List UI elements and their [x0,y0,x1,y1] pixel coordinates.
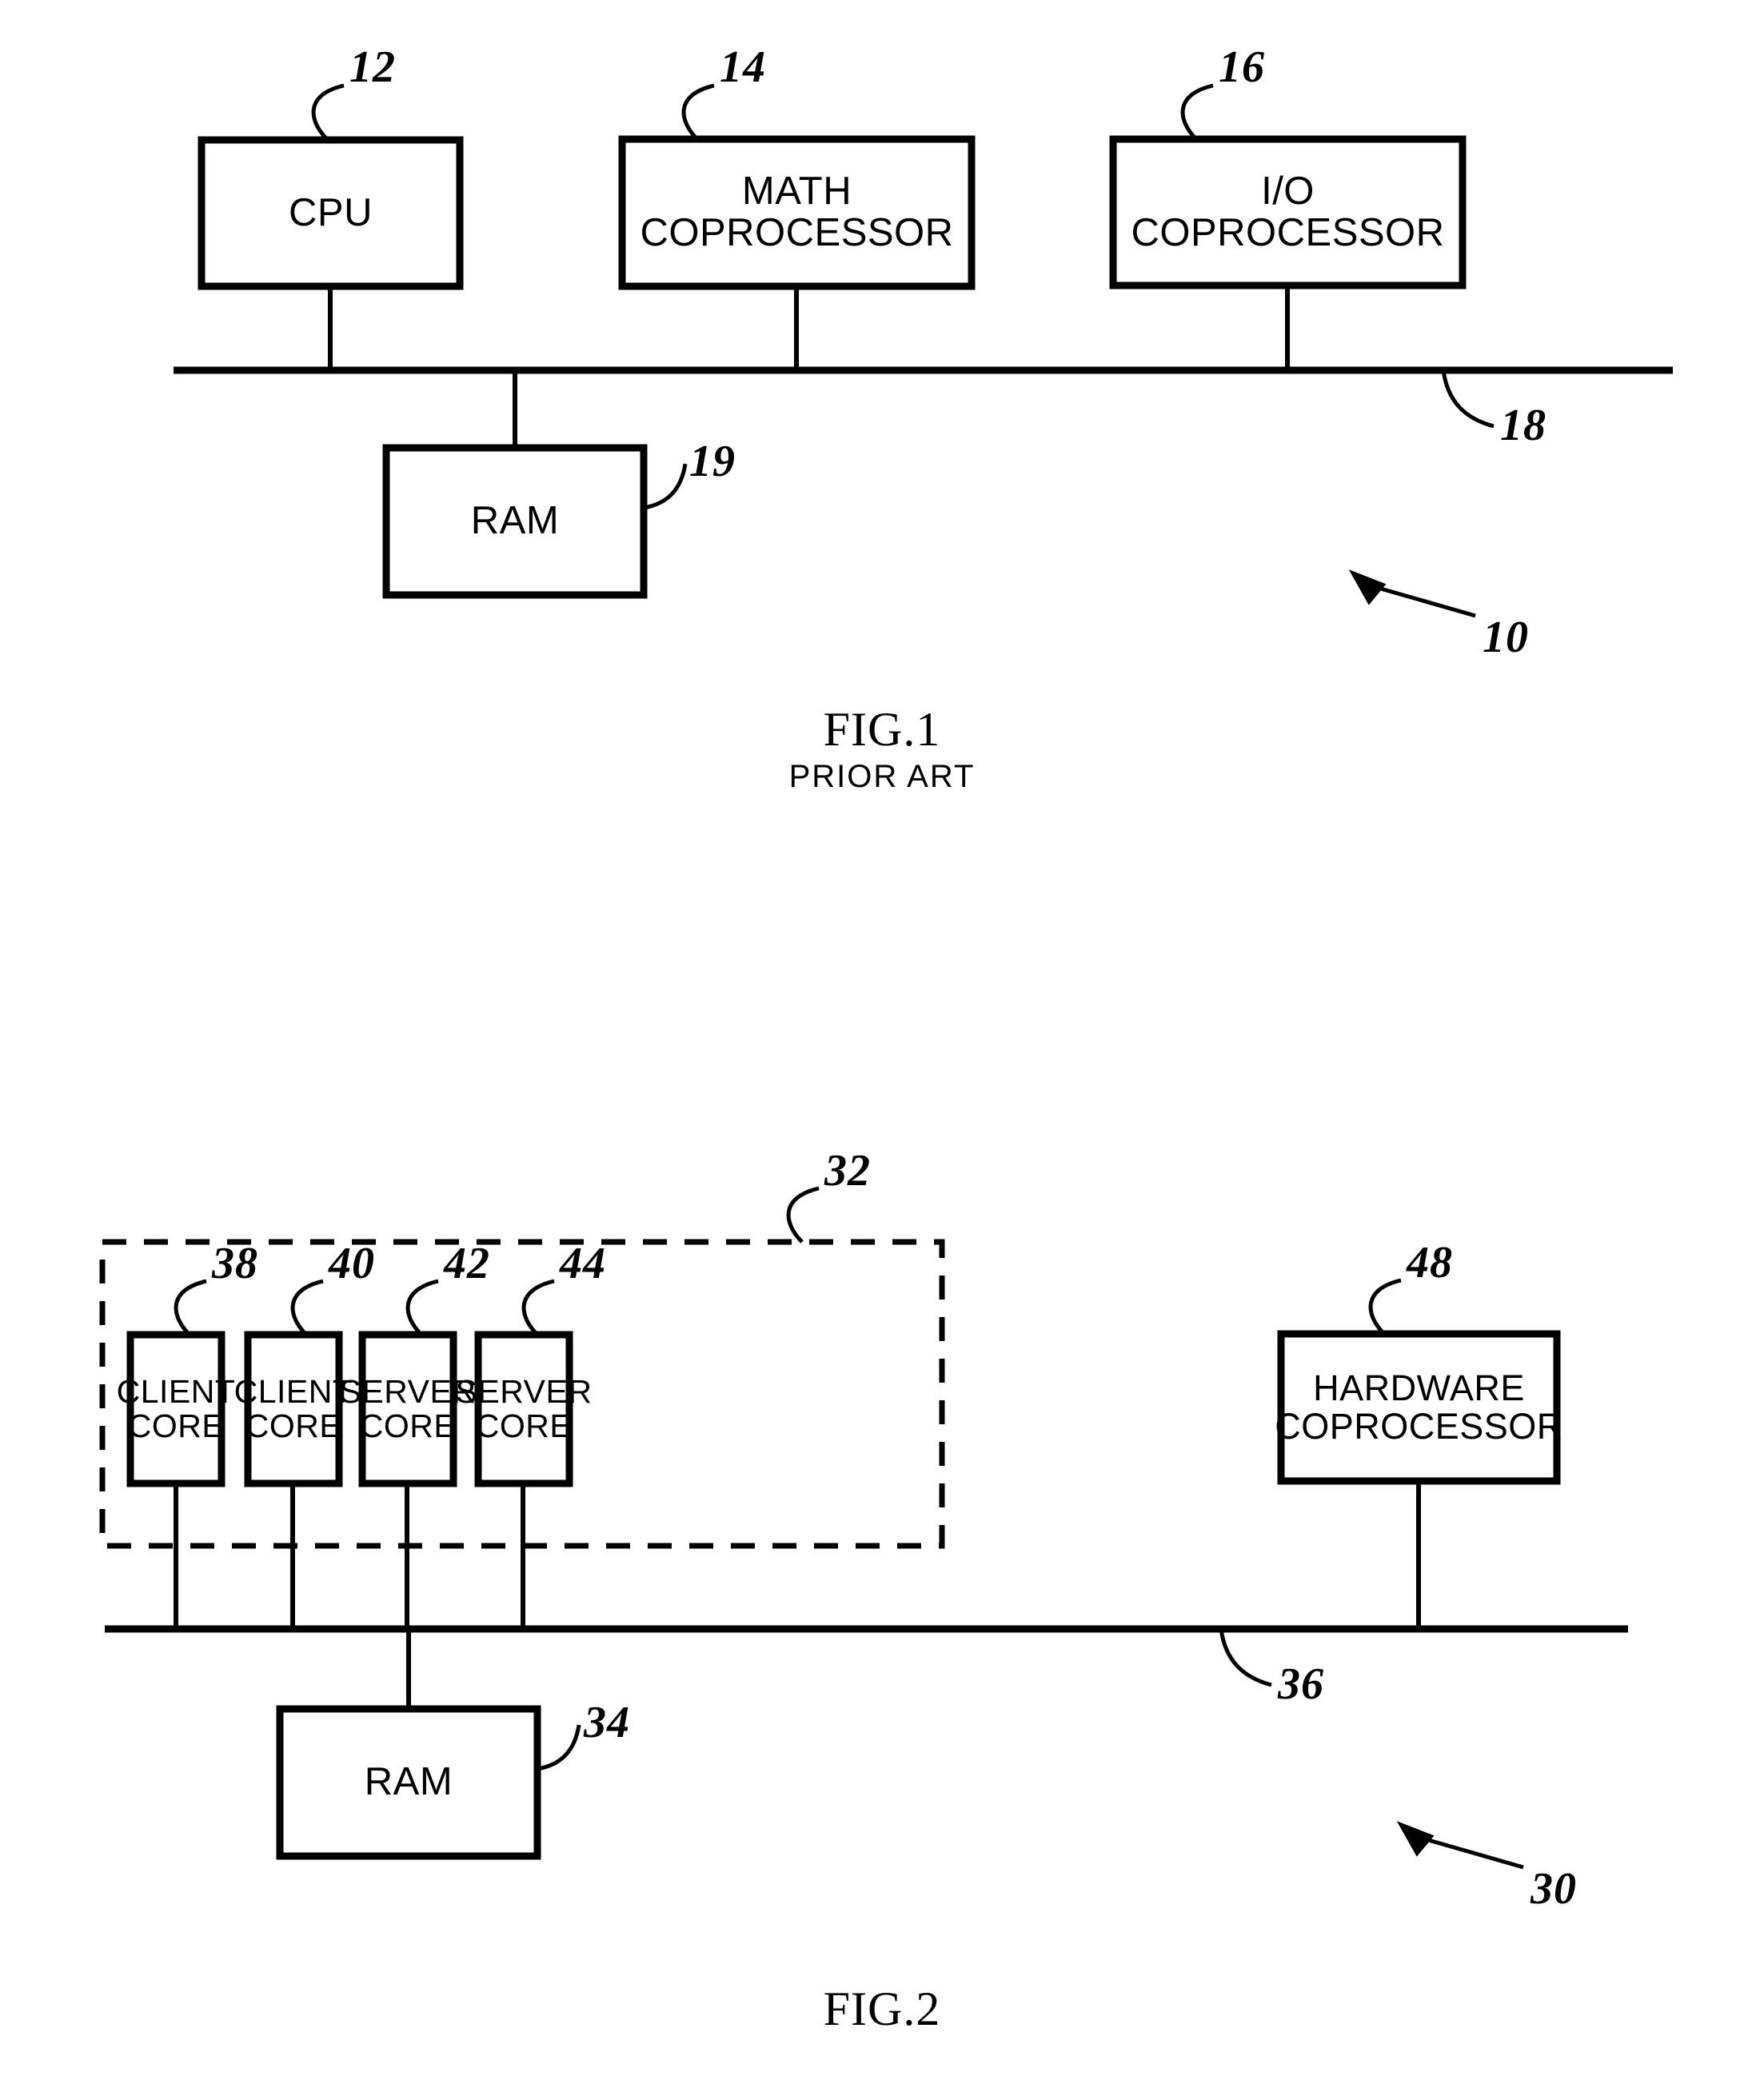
leader-44 [521,1279,555,1336]
reference-numeral-32: 32 [824,1146,871,1196]
math-coprocessor-box [618,135,976,290]
reference-numeral-10: 10 [1483,613,1529,662]
reference-numeral-36: 36 [1278,1659,1324,1709]
figure-1-caption: FIG.1 PRIOR ART [722,702,1042,795]
reference-numeral-38: 38 [212,1239,258,1288]
leader-32 [786,1186,820,1244]
io-coprocessor-box [1109,135,1467,289]
reference-numeral-42: 42 [444,1239,490,1288]
leader-36 [1219,1628,1272,1687]
leader-48 [1368,1278,1402,1335]
leader-14 [681,83,715,141]
ram-box-fig1 [382,444,648,599]
reference-numeral-40: 40 [329,1239,375,1288]
figure-1-subtitle: PRIOR ART [788,759,976,794]
reference-numeral-16: 16 [1219,42,1265,92]
figure-2-caption: FIG.2 [722,1982,1042,2038]
leader-40 [290,1279,324,1336]
client-core-2-box [244,1331,343,1487]
leader-18 [1441,369,1495,429]
hardware-coprocessor-box [1277,1330,1561,1485]
ram-box-fig2 [276,1705,541,1860]
leader-16 [1180,83,1214,141]
system-arrow-30 [1396,1821,1524,1870]
reference-numeral-14: 14 [720,42,766,92]
system-arrow-10 [1348,569,1476,618]
figure-2-title: FIG.2 [823,1982,941,2035]
reference-numeral-19: 19 [689,437,736,486]
leader-12 [311,83,345,141]
leader-42 [405,1279,439,1336]
server-core-2-box [474,1331,573,1487]
reference-numeral-34: 34 [584,1698,630,1747]
reference-numeral-48: 48 [1407,1238,1453,1288]
leader-34 [537,1724,581,1771]
client-core-1-box [126,1331,225,1487]
diagram-linework [99,83,1673,1870]
patent-drawing-sheet: CPU MATH COPROCESSOR I/O COPROCESSOR RAM… [0,0,1764,2100]
reference-numeral-30: 30 [1531,1864,1577,1914]
reference-numeral-12: 12 [349,42,396,92]
reference-numeral-44: 44 [560,1239,606,1288]
leader-38 [174,1279,207,1336]
reference-numeral-18: 18 [1500,401,1546,450]
cpu-box [198,136,464,290]
server-core-1-box [358,1331,457,1487]
leader-19 [643,463,688,510]
figure-1-title: FIG.1 [823,703,941,756]
